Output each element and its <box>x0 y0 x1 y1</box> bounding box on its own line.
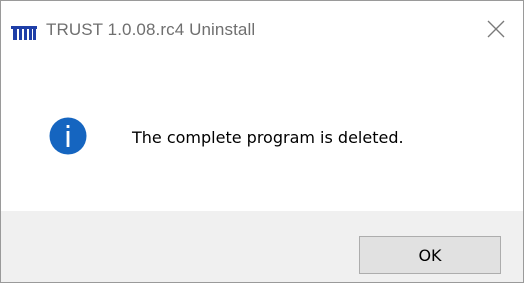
ok-button[interactable]: OK <box>359 236 501 274</box>
close-icon <box>487 20 505 42</box>
info-icon <box>49 117 87 155</box>
close-button[interactable] <box>478 16 514 46</box>
uninstall-dialog: TRUST 1.0.08.rc4 Uninstall The complete … <box>0 0 524 283</box>
trust-logo-icon <box>11 25 37 40</box>
message-area: The complete program is deleted. <box>1 63 523 211</box>
button-bar: OK <box>1 211 523 282</box>
title-bar[interactable]: TRUST 1.0.08.rc4 Uninstall <box>1 1 523 63</box>
message-text: The complete program is deleted. <box>132 128 404 147</box>
window-title: TRUST 1.0.08.rc4 Uninstall <box>46 20 256 39</box>
